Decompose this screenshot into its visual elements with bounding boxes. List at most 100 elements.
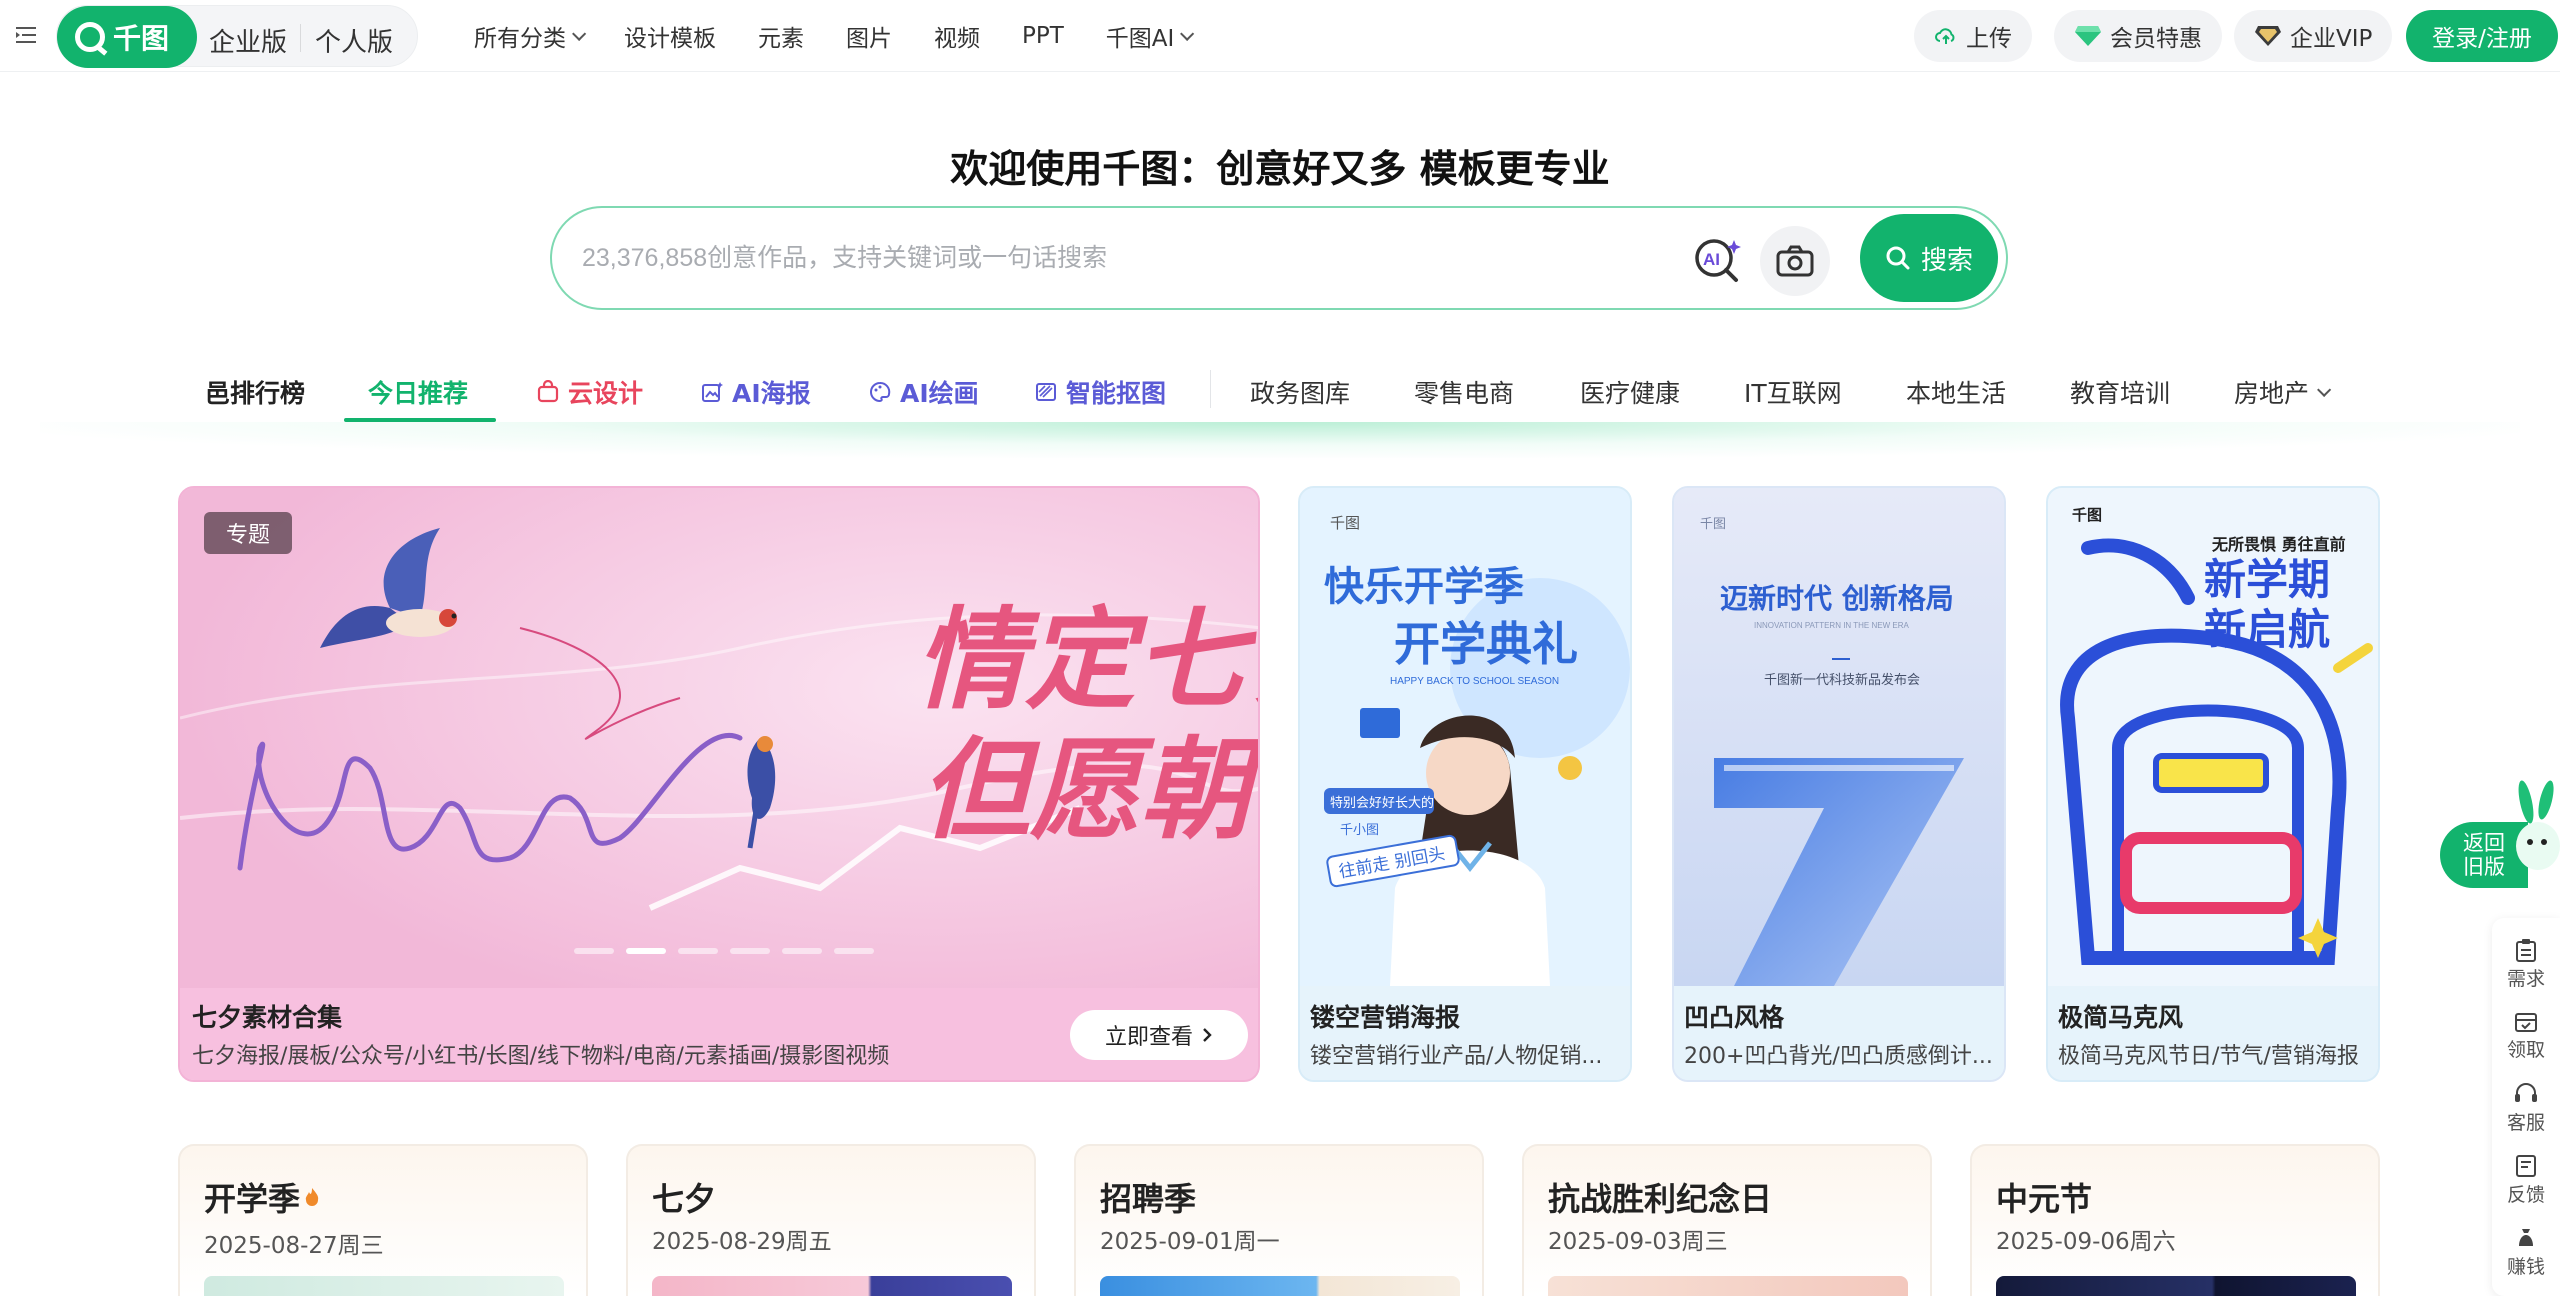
festival-card[interactable]: 抗战胜利纪念日 2025-09-03周三 <box>1522 1144 1932 1296</box>
cutout-icon <box>1036 383 1056 401</box>
carousel-dot[interactable] <box>730 948 770 954</box>
logo-mark-icon <box>75 22 105 52</box>
tab-enterprise[interactable]: 企业版 <box>209 22 287 59</box>
carousel-dot[interactable] <box>834 948 874 954</box>
festival-date: 2025-09-03周三 <box>1548 1229 1728 1255</box>
nav-label: 千图AI <box>1105 26 1175 52</box>
tab-ranking[interactable]: 邑排行榜 <box>205 374 305 410</box>
card-subtitle: 200+凹凸背光/凹凸质感倒计... <box>1684 1044 1993 1069</box>
enterprise-vip-button[interactable]: 企业VIP <box>2234 10 2393 62</box>
nav-label: PPT <box>1022 23 1064 49</box>
carousel-dot[interactable] <box>678 948 718 954</box>
festival-title: 抗战胜利纪念日 <box>1548 1180 1773 1218</box>
carousel-dot[interactable] <box>626 948 666 954</box>
tab-today-recommend[interactable]: 今日推荐 <box>368 374 468 410</box>
tab-ai-paint[interactable]: AI绘画 <box>868 374 979 410</box>
festival-date: 2025-09-01周一 <box>1100 1229 1280 1255</box>
poster-tag2: 千小图 <box>1340 823 1379 838</box>
tab-retail-ecommerce[interactable]: 零售电商 <box>1414 374 1514 410</box>
nav-qiantu-ai[interactable]: 千图AI <box>1105 19 1195 53</box>
chevron-down-icon <box>572 26 587 41</box>
festival-card[interactable]: 开学季 2025-08-27周三 <box>178 1144 588 1296</box>
tab-ai-poster[interactable]: AI海报 <box>700 374 811 410</box>
carousel-dot[interactable] <box>782 948 822 954</box>
image-search-button[interactable] <box>1760 226 1830 296</box>
festival-card[interactable]: 中元节 2025-09-06周六 <box>1970 1144 2380 1296</box>
view-now-label: 立即查看 <box>1104 1025 1193 1050</box>
nav-images[interactable]: 图片 <box>846 19 892 53</box>
rail-feedback[interactable]: 反馈 <box>2492 1144 2560 1216</box>
poster-english: HAPPY BACK TO SCHOOL SEASON <box>1390 676 1559 687</box>
site-logo[interactable]: 千图 <box>57 6 197 68</box>
rail-label: 反馈 <box>2506 1183 2545 1206</box>
festival-card[interactable]: 招聘季 2025-09-01周一 <box>1074 1144 1484 1296</box>
carousel-dots <box>574 948 874 954</box>
tab-medical-health[interactable]: 医疗健康 <box>1580 374 1680 410</box>
template-card[interactable]: 千图 迈新时代 创新格局 INNOVATION PATTERN IN THE N… <box>1672 486 2006 1082</box>
tab-it-internet[interactable]: IT互联网 <box>1744 374 1842 410</box>
festival-title-wrap: 招聘季 <box>1100 1174 1196 1220</box>
festival-date: 2025-09-06周六 <box>1996 1229 2176 1255</box>
festival-date: 2025-08-27周三 <box>204 1233 384 1259</box>
tab-real-estate[interactable]: 房地产 <box>2234 374 2332 410</box>
nav-ppt[interactable]: PPT <box>1022 23 1064 49</box>
view-now-button[interactable]: 立即查看 <box>1070 1010 1248 1060</box>
rail-service[interactable]: 客服 <box>2492 1072 2560 1144</box>
festival-thumbnail <box>652 1276 1012 1296</box>
upload-button[interactable]: 上传 <box>1914 10 2032 62</box>
svg-text:AI: AI <box>1703 250 1720 269</box>
return-old-version[interactable]: 返回 旧版 <box>2440 780 2560 890</box>
nav-design-templates[interactable]: 设计模板 <box>624 19 716 53</box>
search-input[interactable] <box>582 236 1632 280</box>
concave-style-poster: 千图 迈新时代 创新格局 INNOVATION PATTERN IN THE N… <box>1674 488 2004 986</box>
minimal-mark-poster: 千图 无所畏惧 勇往直前 新学期 新启航 <box>2048 488 2378 986</box>
template-card[interactable]: 千图 无所畏惧 勇往直前 新学期 新启航 极简马克风 极简马克风节日/节气/营销… <box>2046 486 2380 1082</box>
brand-divider <box>300 24 301 52</box>
rail-requirement[interactable]: 需求 <box>2492 928 2560 1000</box>
festival-title: 开学季 <box>204 1180 301 1218</box>
nav-all-categories[interactable]: 所有分类 <box>474 19 587 53</box>
festival-card[interactable]: 七夕 2025-08-29周五 <box>626 1144 1036 1296</box>
festival-title: 七夕 <box>652 1180 717 1218</box>
today-label: 今日推荐 <box>368 379 469 408</box>
category-label: 零售电商 <box>1414 379 1515 408</box>
enterprise-vip-label: 企业VIP <box>2290 26 2373 52</box>
rail-earn[interactable]: 赚钱 <box>2492 1216 2560 1288</box>
tab-government[interactable]: 政务图库 <box>1250 374 1350 410</box>
festival-title: 中元节 <box>1996 1180 2093 1218</box>
cloud-upload-icon <box>1935 28 1955 44</box>
ai-paint-icon <box>870 381 891 403</box>
category-label: 医疗健康 <box>1580 379 1681 408</box>
tab-personal[interactable]: 个人版 <box>315 22 393 59</box>
search-button[interactable]: 搜索 <box>1860 214 1998 302</box>
menu-collapse-icon[interactable] <box>14 23 38 47</box>
carousel-dot[interactable] <box>574 948 614 954</box>
login-register-button[interactable]: 登录/注册 <box>2406 10 2558 62</box>
nav-videos[interactable]: 视频 <box>934 19 980 53</box>
festival-thumbnail <box>204 1276 564 1296</box>
festival-date: 2025-08-29周五 <box>652 1229 832 1255</box>
rail-claim[interactable]: 领取 <box>2492 1000 2560 1072</box>
tab-local-life[interactable]: 本地生活 <box>1906 374 2006 410</box>
template-card[interactable]: 千图 快乐开学季 开学典礼 HAPPY BACK TO SCHOOL SEASO… <box>1298 486 1632 1082</box>
card-logo: 千图 <box>1700 516 1726 531</box>
tab-education[interactable]: 教育培训 <box>2070 374 2170 410</box>
camera-icon <box>1776 245 1814 277</box>
chevron-down-icon <box>1180 26 1195 41</box>
banner-title: 七夕素材合集 <box>192 1003 343 1032</box>
poster-english: INNOVATION PATTERN IN THE NEW ERA <box>1754 621 1909 630</box>
festival-title: 招聘季 <box>1100 1180 1197 1218</box>
ai-search-icon[interactable]: AI <box>1690 232 1746 288</box>
nav-label: 视频 <box>934 26 980 52</box>
member-deal-button[interactable]: 会员特惠 <box>2054 10 2222 62</box>
poster-tag1: 特别会好好长大的 <box>1330 795 1434 811</box>
festival-thumbnail <box>1996 1276 2356 1296</box>
tab-cloud-design[interactable]: 云设计 <box>536 374 643 410</box>
nav-elements[interactable]: 元素 <box>758 19 804 53</box>
tab-smart-cutout[interactable]: 智能抠图 <box>1034 374 1166 410</box>
festival-title-wrap: 中元节 <box>1996 1174 2092 1220</box>
feedback-icon <box>2516 1154 2536 1177</box>
category-label: 房地产 <box>2234 379 2310 408</box>
feature-banner[interactable]: 情定七夕 但愿朝夕 专题 七夕素材合集 七夕海报/展板/公众号/小红书/长图/线… <box>178 486 1260 1082</box>
coupon-icon <box>2515 1012 2537 1032</box>
